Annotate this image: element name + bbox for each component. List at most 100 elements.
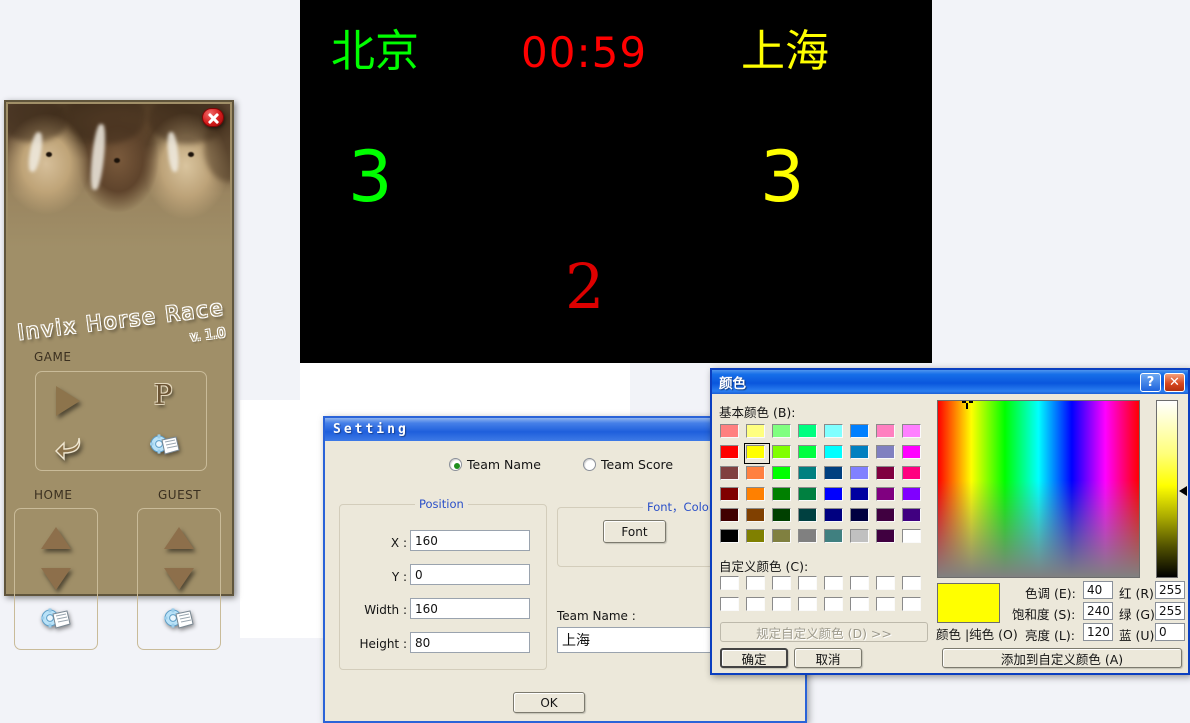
color-titlebar[interactable]: 颜色 ? ✕ [712,370,1188,394]
custom-color-swatch[interactable] [824,597,843,611]
basic-color-swatch[interactable] [770,506,796,527]
help-icon[interactable]: ? [1140,373,1161,392]
basic-color-swatch[interactable] [744,464,770,485]
basic-color-swatch[interactable] [718,422,744,443]
basic-color-swatch[interactable] [874,506,900,527]
basic-color-swatch[interactable] [874,443,900,464]
basic-color-swatch[interactable] [900,506,926,527]
basic-color-swatch[interactable] [822,527,848,548]
basic-color-swatch[interactable] [848,422,874,443]
basic-color-swatch[interactable] [848,506,874,527]
width-input[interactable] [410,598,530,619]
basic-color-swatch[interactable] [900,422,926,443]
custom-color-swatch[interactable] [772,576,791,590]
custom-color-swatch[interactable] [720,597,739,611]
basic-color-swatch[interactable] [874,422,900,443]
basic-color-swatch[interactable] [770,485,796,506]
saturation-input[interactable] [1083,602,1113,620]
basic-color-swatch[interactable] [900,443,926,464]
basic-colors-grid[interactable] [718,422,926,548]
height-input[interactable] [410,632,530,653]
radio-team-name[interactable]: Team Name [449,457,541,472]
basic-color-swatch[interactable] [718,527,744,548]
radio-team-score[interactable]: Team Score [583,457,673,472]
custom-color-swatch[interactable] [798,597,817,611]
basic-color-swatch[interactable] [718,464,744,485]
game-config-button[interactable] [149,432,180,458]
add-to-custom-colors-button[interactable]: 添加到自定义颜色 (A) [942,648,1182,668]
guest-score-up-button[interactable] [164,527,194,551]
basic-color-swatch[interactable] [718,485,744,506]
basic-color-swatch[interactable] [900,527,926,548]
home-config-button[interactable] [40,606,71,632]
basic-color-swatch[interactable] [718,443,744,464]
luminance-slider-thumb[interactable] [1179,486,1187,496]
custom-color-swatch[interactable] [876,597,895,611]
basic-color-swatch[interactable] [770,443,796,464]
custom-colors-grid[interactable] [720,576,928,618]
custom-color-swatch[interactable] [824,576,843,590]
x-input[interactable] [410,530,530,551]
basic-color-swatch[interactable] [822,464,848,485]
basic-color-swatch[interactable] [770,527,796,548]
custom-color-swatch[interactable] [876,576,895,590]
green-input[interactable] [1155,602,1185,620]
basic-color-swatch[interactable] [770,422,796,443]
y-input[interactable] [410,564,530,585]
basic-color-swatch[interactable] [874,527,900,548]
basic-color-swatch[interactable] [848,485,874,506]
custom-color-swatch[interactable] [850,576,869,590]
basic-color-swatch[interactable] [796,506,822,527]
custom-color-swatch[interactable] [746,597,765,611]
custom-color-swatch[interactable] [746,576,765,590]
basic-color-swatch[interactable] [848,464,874,485]
basic-color-swatch[interactable] [874,485,900,506]
basic-color-swatch[interactable] [796,443,822,464]
custom-color-swatch[interactable] [902,576,921,590]
close-icon[interactable]: ✕ [1164,373,1185,392]
basic-color-swatch[interactable] [744,422,770,443]
blue-input[interactable] [1155,623,1185,641]
basic-color-swatch[interactable] [900,485,926,506]
basic-color-swatch[interactable] [822,506,848,527]
basic-color-swatch[interactable] [744,506,770,527]
guest-config-button[interactable] [163,606,194,632]
cancel-button[interactable]: 取消 [794,648,862,668]
play-button[interactable] [56,385,86,416]
guest-score-down-button[interactable] [164,568,194,592]
basic-color-swatch[interactable] [796,422,822,443]
basic-color-swatch[interactable] [822,485,848,506]
home-score-up-button[interactable] [41,527,71,551]
font-button[interactable]: Font [603,520,666,543]
custom-color-swatch[interactable] [772,597,791,611]
red-input[interactable] [1155,581,1185,599]
basic-color-swatch[interactable] [874,464,900,485]
color-spectrum-picker[interactable] [937,400,1140,578]
pause-button[interactable]: P [154,382,180,414]
basic-color-swatch[interactable] [744,443,770,464]
ok-button[interactable]: OK [513,692,585,713]
basic-color-swatch[interactable] [744,527,770,548]
custom-color-swatch[interactable] [720,576,739,590]
custom-color-swatch[interactable] [798,576,817,590]
basic-color-swatch[interactable] [744,485,770,506]
basic-color-swatch[interactable] [770,464,796,485]
luminance-input[interactable] [1083,623,1113,641]
luminance-slider[interactable] [1156,400,1178,578]
basic-color-swatch[interactable] [822,422,848,443]
define-custom-colors-button[interactable]: 规定自定义颜色 (D) >> [720,622,928,642]
custom-color-swatch[interactable] [902,597,921,611]
ok-button[interactable]: 确定 [720,648,788,668]
basic-color-swatch[interactable] [848,443,874,464]
basic-color-swatch[interactable] [718,506,744,527]
hue-input[interactable] [1083,581,1113,599]
custom-color-swatch[interactable] [850,597,869,611]
basic-color-swatch[interactable] [900,464,926,485]
reset-button[interactable] [54,432,84,462]
basic-color-swatch[interactable] [796,527,822,548]
home-score-down-button[interactable] [41,568,71,592]
close-icon[interactable] [202,108,224,127]
basic-color-swatch[interactable] [796,485,822,506]
basic-color-swatch[interactable] [796,464,822,485]
basic-color-swatch[interactable] [822,443,848,464]
